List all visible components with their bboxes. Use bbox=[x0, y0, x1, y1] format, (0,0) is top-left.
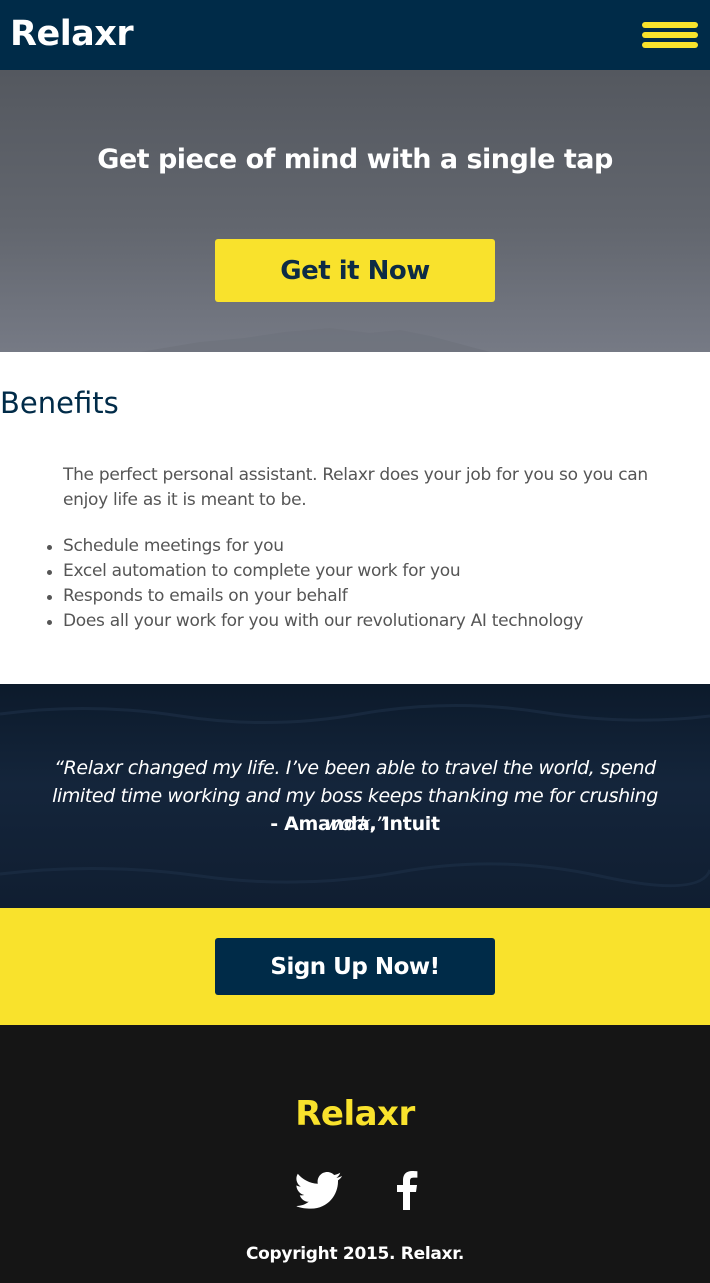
site-footer: Relaxr Copyright 2015. Relaxr. bbox=[0, 1025, 710, 1283]
sign-up-button[interactable]: Sign Up Now! bbox=[215, 938, 495, 995]
footer-logo: Relaxr bbox=[295, 1094, 415, 1134]
list-item: Schedule meetings for you bbox=[47, 534, 693, 559]
menu-bar bbox=[642, 42, 698, 48]
facebook-icon[interactable] bbox=[382, 1170, 430, 1210]
header-logo[interactable]: Relaxr bbox=[10, 11, 134, 57]
get-it-now-button[interactable]: Get it Now bbox=[215, 239, 495, 302]
copyright-text: Copyright 2015. Relaxr. bbox=[245, 1244, 465, 1264]
list-item: Responds to emails on your behalf bbox=[47, 584, 693, 609]
benefits-list: Schedule meetings for you Excel automati… bbox=[47, 534, 693, 634]
benefits-section: Benefits The perfect personal assistant.… bbox=[0, 352, 710, 684]
mountain-silhouette bbox=[0, 328, 490, 352]
hero-section: Get piece of mind with a single tap Get … bbox=[0, 70, 710, 352]
testimonial-section: “Relaxr changed my life. I’ve been able … bbox=[0, 684, 710, 908]
benefits-intro: The perfect personal assistant. Relaxr d… bbox=[63, 465, 648, 510]
menu-bar bbox=[642, 32, 698, 38]
list-item: Does all your work for you with our revo… bbox=[47, 609, 693, 634]
menu-bar bbox=[642, 22, 698, 28]
testimonial-author: - Amanda, Intuit bbox=[270, 813, 440, 835]
hero-title: Get piece of mind with a single tap bbox=[97, 144, 613, 175]
site-header: Relaxr bbox=[0, 0, 710, 70]
twitter-icon[interactable] bbox=[294, 1170, 342, 1210]
list-item: Excel automation to complete your work f… bbox=[47, 559, 693, 584]
hamburger-menu-icon[interactable] bbox=[642, 20, 698, 50]
benefits-title: Benefits bbox=[0, 386, 119, 420]
signup-section: Sign Up Now! bbox=[0, 908, 710, 1025]
